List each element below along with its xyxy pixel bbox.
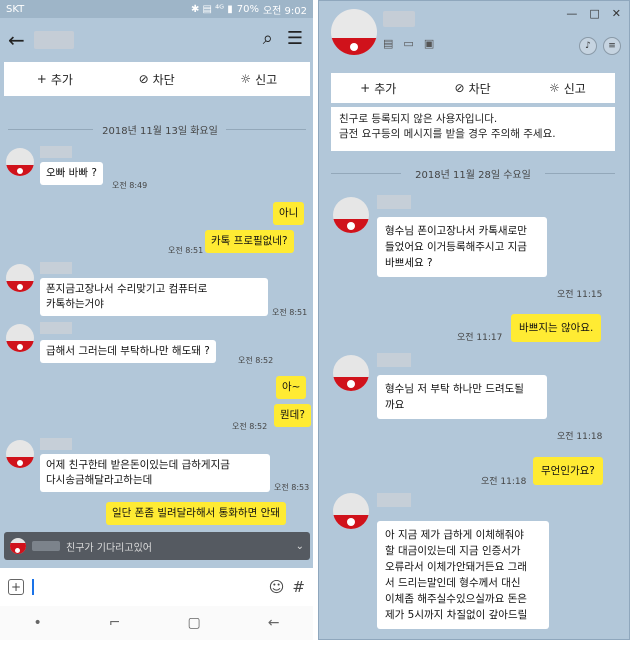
siren-icon: ☼ bbox=[240, 72, 252, 86]
sender-name-blurred bbox=[40, 322, 72, 334]
contact-name-blurred bbox=[383, 11, 415, 27]
status-icons: ✱ ▤ ⁴ᴳ ▮ bbox=[190, 3, 233, 15]
message-bubble[interactable]: 형수님 폰이고장나서 카톡새로만 들었어요 이거등록해주시고 지금 바쁘세요 ? bbox=[377, 217, 547, 277]
avatar bbox=[10, 538, 26, 554]
sender-name-blurred bbox=[40, 438, 72, 450]
stranger-action-bar: + 추가 ⊘ 차단 ☼ 신고 bbox=[331, 73, 615, 103]
message-bubble[interactable]: 급해서 그러는데 부탁하나만 해도돼 ? bbox=[40, 340, 216, 363]
message-bubble[interactable]: 형수님 저 부탁 하나만 드려도될 까요 bbox=[377, 375, 547, 419]
message-input-bar: + ☺ # bbox=[0, 568, 313, 606]
waiting-text: 친구가 기다리고있어 bbox=[66, 542, 152, 554]
avatar[interactable] bbox=[333, 197, 369, 233]
message-bubble[interactable]: 오빠 바빠 ? bbox=[40, 162, 103, 185]
battery-level: 70% bbox=[236, 3, 259, 15]
message-bubble[interactable]: 카톡 프로필없네? bbox=[205, 230, 294, 253]
avatar[interactable] bbox=[331, 9, 377, 55]
sender-name-blurred bbox=[40, 146, 72, 158]
message-bubble[interactable]: 아니 bbox=[273, 202, 305, 225]
message-time: 오전 8:51 bbox=[272, 308, 308, 317]
add-friend-button[interactable]: + 추가 bbox=[37, 71, 73, 88]
message-time: 오전 8:52 bbox=[232, 422, 268, 431]
search-icon[interactable]: ⌕ bbox=[263, 28, 273, 49]
message-bubble[interactable]: 일단 폰좀 빌려달라해서 통화하면 안돼 bbox=[106, 502, 286, 525]
sender-name-blurred bbox=[377, 195, 411, 209]
hash-icon[interactable]: # bbox=[292, 578, 305, 596]
avatar[interactable] bbox=[333, 493, 369, 529]
message-time: 오전 11:18 bbox=[481, 477, 527, 487]
minimize-icon[interactable]: — bbox=[566, 7, 577, 20]
chevron-down-icon[interactable]: ⌄ bbox=[296, 541, 304, 552]
message-time: 오전 8:51 bbox=[168, 246, 204, 255]
waiting-banner[interactable]: 친구가 기다리고있어 ⌄ bbox=[4, 532, 310, 560]
message-time: 오전 11:15 bbox=[557, 290, 603, 300]
date-divider: 2018년 11월 28일 수요일 bbox=[415, 170, 531, 181]
add-friend-button[interactable]: + 추가 bbox=[360, 80, 396, 97]
message-bubble[interactable]: 폰지금고장나서 수리맞기고 컴퓨터로 카톡하는거야 bbox=[40, 278, 268, 316]
sender-name-blurred bbox=[377, 353, 411, 367]
siren-icon: ☼ bbox=[548, 81, 560, 95]
avatar[interactable] bbox=[6, 264, 34, 292]
block-button[interactable]: ⊘ 차단 bbox=[139, 71, 175, 88]
message-bubble[interactable]: 어제 친구한테 받은돈이있는데 급하게지금 다시송금해달라고하는데 bbox=[40, 454, 270, 492]
add-user-icon: + bbox=[36, 72, 47, 86]
home-square-icon[interactable]: ▢ bbox=[188, 615, 201, 631]
sender-name-blurred bbox=[377, 493, 411, 507]
message-time: 오전 8:53 bbox=[274, 483, 310, 492]
block-button[interactable]: ⊘ 차단 bbox=[455, 80, 491, 97]
avatar[interactable] bbox=[333, 355, 369, 391]
message-bubble[interactable]: 무언인가요? bbox=[533, 457, 603, 485]
nav-back-icon[interactable]: ← bbox=[268, 615, 280, 631]
stranger-action-bar: + 추가 ⊘ 차단 ☼ 신고 bbox=[4, 62, 310, 96]
status-bar: SKT ✱ ▤ ⁴ᴳ ▮ 70% 오전 9:02 bbox=[0, 0, 313, 18]
close-icon[interactable]: ✕ bbox=[612, 7, 621, 20]
message-bubble[interactable]: 아 지금 제가 급하게 이체해줘야 할 대금이있는데 지금 인증서가 오류라서 … bbox=[377, 521, 549, 629]
message-bubble[interactable]: 바쁘지는 않아요. bbox=[511, 314, 602, 342]
stranger-warning-notice: 친구로 등록되지 않은 사용자입니다. 금전 요구등의 메시지를 받을 경우 주… bbox=[331, 107, 615, 151]
maximize-icon[interactable]: □ bbox=[589, 7, 599, 20]
message-time: 오전 11:17 bbox=[457, 333, 503, 343]
report-button[interactable]: ☼ 신고 bbox=[240, 71, 277, 88]
pc-chat-window: ▤ ▭ ▣ — □ ✕ ♪ ≡ + 추가 ⊘ 차단 ☼ 신고 친구로 등록되지 … bbox=[318, 0, 630, 640]
block-icon: ⊘ bbox=[454, 81, 465, 95]
report-button[interactable]: ☼ 신고 bbox=[549, 80, 586, 97]
menu-icon[interactable]: ≡ bbox=[603, 37, 621, 55]
message-time: 오전 8:52 bbox=[238, 356, 274, 365]
avatar[interactable] bbox=[6, 148, 34, 176]
sender-name-blurred bbox=[40, 262, 72, 274]
message-bubble[interactable]: 아~ bbox=[276, 376, 307, 399]
dot-icon[interactable]: • bbox=[34, 615, 42, 631]
message-time: 오전 11:18 bbox=[557, 432, 603, 442]
menu-icon[interactable]: ☰ bbox=[287, 28, 303, 49]
back-arrow-icon[interactable]: ← bbox=[8, 28, 34, 52]
message-bubble[interactable]: 뭔데? bbox=[274, 404, 311, 427]
clock: 오전 9:02 bbox=[262, 5, 307, 17]
notes-icon[interactable]: ▤ bbox=[383, 37, 393, 50]
mobile-chat-screen: SKT ✱ ▤ ⁴ᴳ ▮ 70% 오전 9:02 ← ⌕ ☰ + 추가 ⊘ 차단… bbox=[0, 0, 313, 640]
contact-name-blurred bbox=[34, 31, 74, 49]
add-user-icon: + bbox=[360, 81, 371, 95]
avatar[interactable] bbox=[6, 440, 34, 468]
block-icon: ⊘ bbox=[138, 72, 149, 86]
emoji-icon[interactable]: ☺ bbox=[269, 578, 285, 596]
carrier-label: SKT bbox=[6, 3, 25, 15]
chat-window-header: ▤ ▭ ▣ — □ ✕ ♪ ≡ bbox=[319, 1, 629, 65]
avatar[interactable] bbox=[6, 324, 34, 352]
attach-plus-icon[interactable]: + bbox=[8, 579, 24, 595]
bell-icon[interactable]: ♪ bbox=[579, 37, 597, 55]
recent-apps-icon[interactable]: ⌐ bbox=[109, 615, 121, 631]
inbox-icon[interactable]: ▣ bbox=[424, 37, 434, 50]
chat-header: ← ⌕ ☰ bbox=[0, 18, 313, 62]
date-divider: 2018년 11월 13일 화요일 bbox=[102, 126, 218, 137]
android-nav-bar: • ⌐ ▢ ← bbox=[0, 606, 313, 640]
message-input[interactable] bbox=[32, 579, 34, 595]
album-icon[interactable]: ▭ bbox=[403, 37, 413, 50]
message-time: 오전 8:49 bbox=[112, 181, 148, 190]
